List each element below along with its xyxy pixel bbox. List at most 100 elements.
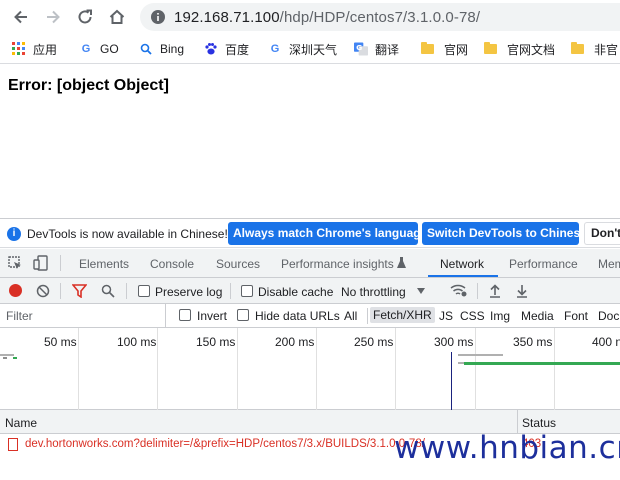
- bookmark-weather[interactable]: G 深圳天气: [268, 40, 337, 58]
- filter-type-media[interactable]: Media: [521, 309, 554, 323]
- toolbar-divider: [126, 283, 127, 299]
- url-path: /hdp/HDP/centos7/3.1.0.0-78/: [279, 8, 481, 26]
- tab-network[interactable]: Network: [440, 257, 484, 271]
- tab-console[interactable]: Console: [150, 257, 194, 271]
- filter-divider: [367, 308, 368, 324]
- dom-content-loaded-marker: [451, 352, 452, 410]
- folder-icon: [421, 42, 434, 54]
- timeline-gridline: [237, 328, 238, 410]
- folder-icon: [484, 42, 497, 54]
- tab-performance[interactable]: Performance: [509, 257, 578, 271]
- folder-icon: [571, 42, 584, 54]
- bookmark-translate[interactable]: G 翻译: [354, 40, 399, 58]
- preserve-log-checkbox[interactable]: [138, 285, 150, 297]
- google-icon: G: [270, 43, 280, 55]
- device-toolbar-icon[interactable]: [33, 255, 49, 271]
- network-conditions-icon[interactable]: [450, 283, 468, 298]
- network-toolbar: Preserve log Disable cache No throttling: [0, 278, 620, 304]
- timeline-bar: [0, 354, 14, 356]
- filter-type-fetch-xhr[interactable]: Fetch/XHR: [370, 307, 435, 323]
- filter-type-css[interactable]: CSS: [460, 309, 485, 323]
- switch-to-chinese-button[interactable]: Switch DevTools to Chinese: [422, 222, 587, 245]
- home-button[interactable]: [104, 4, 130, 30]
- network-filter-bar: Invert Hide data URLs All Fetch/XHR JS C…: [0, 304, 620, 328]
- address-bar[interactable]: 192.168.71.100/hdp/HDP/centos7/3.1.0.0-7…: [140, 3, 620, 31]
- filter-type-js[interactable]: JS: [439, 309, 453, 323]
- timeline-gridline: [395, 328, 396, 410]
- timeline-label: 200 ms: [275, 335, 315, 349]
- timeline-gridline: [316, 328, 317, 410]
- forward-button[interactable]: [40, 4, 66, 30]
- timeline-label: 400 n: [592, 335, 620, 349]
- filter-input[interactable]: [0, 304, 166, 327]
- reload-button[interactable]: [72, 4, 98, 30]
- bookmark-folder-official[interactable]: 官网: [421, 40, 468, 58]
- toolbar-divider: [230, 283, 231, 299]
- request-name: dev.hortonworks.com?delimiter=/&prefix=H…: [25, 438, 425, 450]
- always-match-language-button[interactable]: Always match Chrome's language: [228, 222, 427, 245]
- bookmark-apps[interactable]: 应用: [12, 40, 57, 58]
- toolbar-divider: [477, 283, 478, 299]
- record-icon[interactable]: [9, 284, 22, 297]
- baidu-paw-icon: [204, 42, 218, 56]
- bookmark-label: Bing: [160, 42, 185, 56]
- info-icon: i: [7, 227, 21, 241]
- throttling-select[interactable]: No throttling: [341, 285, 406, 299]
- tab-performance-insights[interactable]: Performance insights: [281, 257, 394, 271]
- column-header-name[interactable]: Name: [5, 416, 37, 430]
- inspect-element-icon[interactable]: [8, 256, 23, 271]
- network-overview-timeline[interactable]: 50 ms 100 ms 150 ms 200 ms 250 ms 300 ms…: [0, 328, 620, 410]
- timeline-bar: [3, 357, 7, 359]
- arrow-left-icon: [14, 10, 27, 24]
- bookmark-folder-docs[interactable]: 官网文档: [484, 40, 555, 58]
- translate-icon: G: [354, 42, 368, 56]
- flask-icon: [397, 257, 406, 268]
- timeline-label: 350 ms: [513, 335, 553, 349]
- timeline-label: 150 ms: [196, 335, 236, 349]
- timeline-gridline: [475, 328, 476, 410]
- disable-cache-label: Disable cache: [258, 285, 334, 299]
- bookmark-label: 非官: [594, 42, 619, 57]
- infobar-message: DevTools is now available in Chinese!: [27, 227, 228, 241]
- watermark-text: www.hnbian.cn: [394, 430, 620, 466]
- tab-elements[interactable]: Elements: [79, 257, 129, 271]
- timeline-label: 250 ms: [354, 335, 394, 349]
- filter-type-doc[interactable]: Doc: [598, 309, 619, 323]
- invert-checkbox[interactable]: [179, 309, 191, 321]
- chevron-down-icon: [417, 288, 425, 294]
- home-icon: [109, 9, 125, 24]
- bookmark-label: 应用: [33, 42, 58, 57]
- devtools-tabbar: Elements Console Sources Performance ins…: [0, 249, 620, 278]
- timeline-bar: [13, 357, 17, 359]
- search-icon: [139, 42, 153, 56]
- bookmark-bing[interactable]: Bing: [139, 40, 184, 58]
- filter-icon[interactable]: [72, 284, 87, 298]
- bookmark-folder-unofficial[interactable]: 非官: [571, 40, 618, 58]
- filter-type-img[interactable]: Img: [490, 309, 510, 323]
- hide-data-urls-checkbox[interactable]: [237, 309, 249, 321]
- disable-cache-checkbox[interactable]: [241, 285, 253, 297]
- tab-memory[interactable]: Mem: [598, 257, 620, 271]
- apps-grid-icon: [12, 42, 26, 56]
- toolbar-divider: [60, 283, 61, 299]
- column-header-status[interactable]: Status: [522, 416, 556, 430]
- tab-sources[interactable]: Sources: [216, 257, 260, 271]
- search-icon[interactable]: [101, 284, 115, 298]
- info-icon[interactable]: [150, 9, 166, 25]
- filter-type-all[interactable]: All: [344, 309, 357, 323]
- bookmark-go[interactable]: G GO: [79, 40, 119, 58]
- download-icon[interactable]: [516, 283, 528, 298]
- url-text: 192.168.71.100/hdp/HDP/centos7/3.1.0.0-7…: [174, 9, 480, 26]
- request-error-icon: [8, 438, 18, 451]
- timeline-gridline: [78, 328, 79, 410]
- bookmark-baidu[interactable]: 百度: [204, 40, 249, 58]
- back-button[interactable]: [8, 4, 34, 30]
- timeline-label: 300 ms: [434, 335, 474, 349]
- hide-data-urls-label: Hide data URLs: [255, 309, 340, 323]
- filter-type-font[interactable]: Font: [564, 309, 588, 323]
- upload-icon[interactable]: [489, 283, 501, 298]
- clear-icon[interactable]: [36, 284, 50, 298]
- bookmarks-bar: 应用 G GO Bing 百度 G 深圳天气 G 翻译 官网 官网文档 非官: [0, 34, 620, 64]
- dont-show-again-button[interactable]: Don't: [584, 222, 620, 245]
- timeline-gridline: [554, 328, 555, 410]
